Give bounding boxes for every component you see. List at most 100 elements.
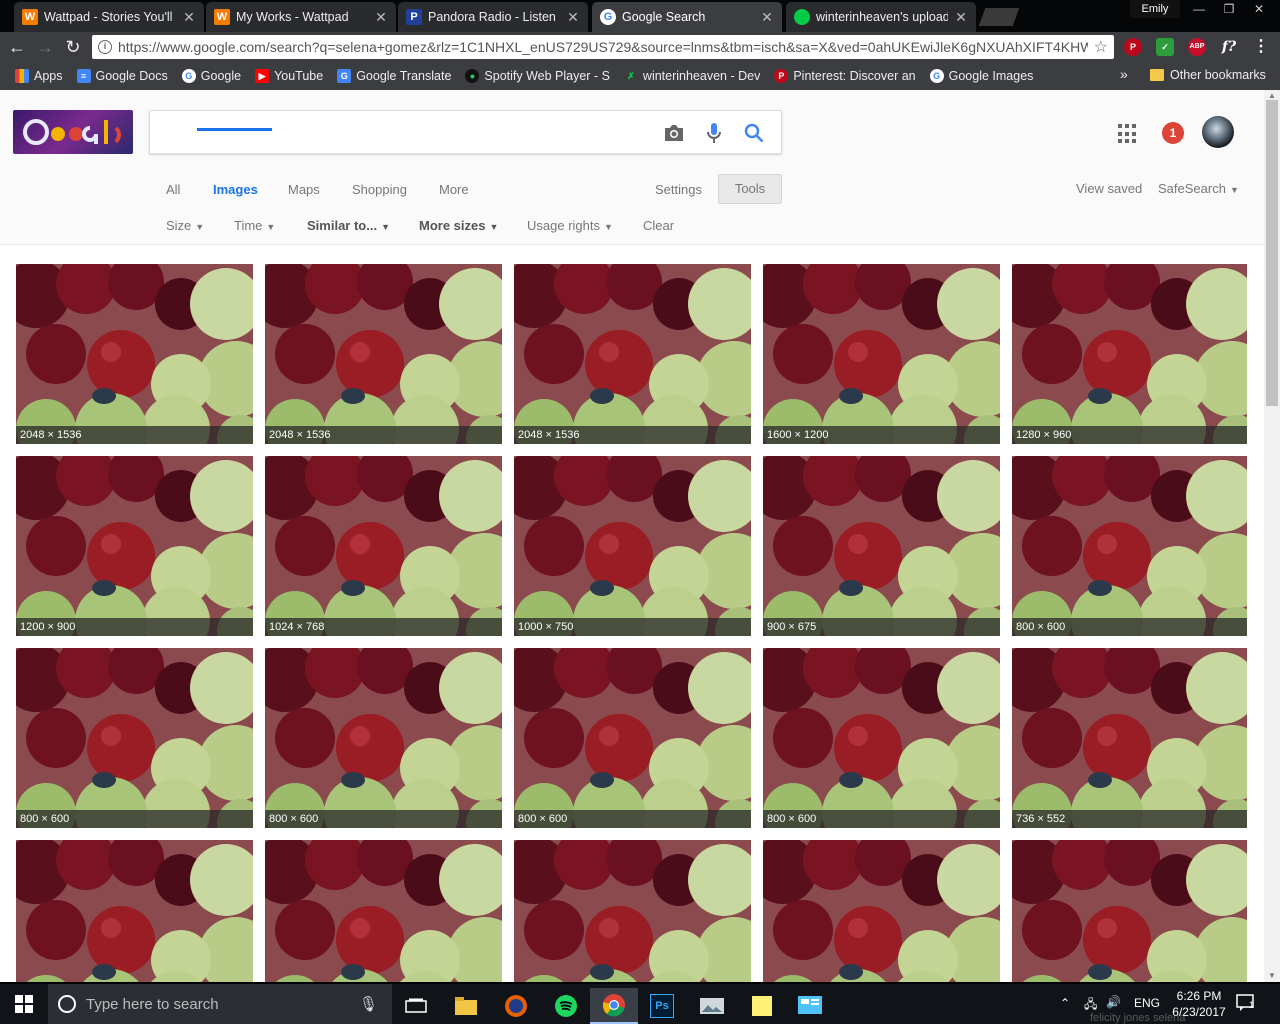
close-tab-icon[interactable]: ✕ bbox=[374, 9, 388, 26]
search-icon[interactable] bbox=[742, 121, 766, 145]
image-result[interactable]: 800 × 600 bbox=[1012, 456, 1247, 636]
spotify-icon[interactable] bbox=[542, 988, 590, 1024]
filter-time[interactable]: Time ▼ bbox=[234, 218, 275, 233]
sticky-notes-icon[interactable] bbox=[738, 988, 786, 1024]
google-doodle-logo[interactable] bbox=[13, 110, 133, 154]
bookmark-item[interactable]: ✗ winterinheaven - Dev bbox=[617, 64, 767, 88]
image-result[interactable] bbox=[514, 840, 751, 982]
pinterest-icon[interactable]: P bbox=[1124, 38, 1142, 56]
bookmark-item[interactable]: G Google Images bbox=[923, 64, 1041, 88]
file-explorer-icon[interactable] bbox=[442, 988, 490, 1024]
browser-tab[interactable]: W My Works - Wattpad ✕ bbox=[206, 2, 396, 32]
tab-images[interactable]: Images bbox=[213, 182, 258, 197]
adblock-icon[interactable]: ABP bbox=[1188, 38, 1206, 56]
avatar[interactable] bbox=[1202, 116, 1234, 148]
bookmark-item[interactable]: ● Spotify Web Player - S bbox=[458, 64, 617, 88]
microphone-icon[interactable] bbox=[702, 121, 726, 145]
google-apps-icon[interactable] bbox=[1118, 124, 1138, 144]
notifications-badge[interactable]: 1 bbox=[1162, 122, 1184, 144]
address-url[interactable]: https://www.google.com/search?q=selena+g… bbox=[118, 39, 1088, 55]
volume-icon[interactable]: 🔊 bbox=[1106, 995, 1121, 1009]
bookmark-item[interactable]: ▶ YouTube bbox=[248, 64, 330, 88]
image-result[interactable] bbox=[16, 840, 253, 982]
safesearch-dropdown[interactable]: SafeSearch ▼ bbox=[1158, 181, 1239, 196]
control-panel-icon[interactable] bbox=[786, 988, 834, 1024]
image-result[interactable]: 736 × 552 bbox=[1012, 648, 1247, 828]
search-input[interactable] bbox=[162, 119, 652, 145]
close-tab-icon[interactable]: ✕ bbox=[566, 9, 580, 26]
bookmarks-overflow-button[interactable]: » bbox=[1120, 66, 1128, 82]
browser-tab[interactable]: W Wattpad - Stories You'll L ✕ bbox=[14, 2, 204, 32]
browser-tab[interactable]: P Pandora Radio - Listen ✕ bbox=[398, 2, 588, 32]
forward-arrow-icon[interactable]: → bbox=[34, 36, 56, 58]
filter-size[interactable]: Size ▼ bbox=[166, 218, 204, 233]
profile-button[interactable]: Emily bbox=[1130, 0, 1180, 18]
close-tab-icon[interactable]: ✕ bbox=[954, 9, 968, 26]
search-box[interactable] bbox=[149, 110, 782, 154]
new-tab-button[interactable] bbox=[978, 8, 1020, 26]
image-result[interactable]: 1600 × 1200 bbox=[763, 264, 1000, 444]
image-result[interactable]: 800 × 600 bbox=[514, 648, 751, 828]
image-result[interactable]: 1000 × 750 bbox=[514, 456, 751, 636]
filter-similar-to[interactable]: Similar to... ▼ bbox=[307, 218, 390, 233]
tools-button[interactable]: Tools bbox=[718, 174, 782, 204]
bookmark-item[interactable]: G Google Translate bbox=[330, 64, 458, 88]
photoshop-icon[interactable]: Ps bbox=[638, 988, 686, 1024]
chevron-up-icon[interactable]: ⌃ bbox=[1060, 996, 1070, 1010]
browser-tab[interactable]: G Google Search ✕ bbox=[592, 2, 782, 32]
windows-start-icon[interactable] bbox=[0, 984, 48, 1024]
bookmark-item[interactable]: Apps bbox=[8, 64, 70, 88]
microphone-icon[interactable]: 🎙 bbox=[359, 995, 378, 1013]
image-result[interactable]: 2048 × 1536 bbox=[265, 264, 502, 444]
address-bar[interactable]: i https://www.google.com/search?q=selena… bbox=[92, 35, 1114, 59]
camera-icon[interactable] bbox=[662, 121, 686, 145]
image-result[interactable]: 2048 × 1536 bbox=[514, 264, 751, 444]
taskbar-search-box[interactable]: Type here to search 🎙 bbox=[48, 984, 392, 1024]
image-result[interactable] bbox=[1012, 840, 1247, 982]
settings-link[interactable]: Settings bbox=[655, 182, 702, 197]
filter-more-sizes[interactable]: More sizes ▼ bbox=[419, 218, 498, 233]
task-view-icon[interactable] bbox=[392, 988, 440, 1024]
scrollbar-thumb[interactable] bbox=[1266, 100, 1278, 406]
filter-clear[interactable]: Clear bbox=[643, 218, 674, 233]
action-center-icon[interactable]: 1 bbox=[1236, 994, 1256, 1014]
image-result[interactable]: 800 × 600 bbox=[16, 648, 253, 828]
tab-more[interactable]: More bbox=[439, 182, 469, 197]
close-tab-icon[interactable]: ✕ bbox=[760, 9, 774, 26]
back-arrow-icon[interactable]: ← bbox=[6, 36, 28, 58]
image-result[interactable]: 2048 × 1536 bbox=[16, 264, 253, 444]
tab-all[interactable]: All bbox=[166, 182, 180, 197]
bookmark-item[interactable]: G Google bbox=[175, 64, 248, 88]
chrome-icon[interactable] bbox=[590, 988, 638, 1024]
firefox-icon[interactable] bbox=[492, 988, 540, 1024]
bookmark-item[interactable]: ≡ Google Docs bbox=[70, 64, 175, 88]
bookmark-star-icon[interactable]: ☆ bbox=[1094, 37, 1114, 57]
image-result[interactable]: 1024 × 768 bbox=[265, 456, 502, 636]
view-saved-link[interactable]: View saved bbox=[1076, 181, 1142, 196]
image-result[interactable] bbox=[763, 840, 1000, 982]
reload-icon[interactable]: ↻ bbox=[62, 36, 84, 58]
other-bookmarks-folder[interactable]: Other bookmarks bbox=[1150, 62, 1266, 88]
site-info-icon[interactable]: i bbox=[98, 40, 112, 54]
image-result[interactable]: 900 × 675 bbox=[763, 456, 1000, 636]
page-scrollbar[interactable]: ▲ ▼ bbox=[1264, 90, 1280, 982]
image-result[interactable]: 1280 × 960 bbox=[1012, 264, 1247, 444]
close-tab-icon[interactable]: ✕ bbox=[182, 9, 196, 26]
image-result[interactable]: 1200 × 900 bbox=[16, 456, 253, 636]
extension-icon[interactable]: ✓ bbox=[1156, 38, 1174, 56]
filter-usage-rights[interactable]: Usage rights ▼ bbox=[527, 218, 613, 233]
scroll-down-icon[interactable]: ▼ bbox=[1264, 970, 1280, 982]
browser-tab[interactable]: winterinheaven's upload ✕ bbox=[786, 2, 976, 32]
tab-maps[interactable]: Maps bbox=[288, 182, 320, 197]
image-result[interactable]: 800 × 600 bbox=[265, 648, 502, 828]
close-window-icon[interactable]: ✕ bbox=[1244, 0, 1274, 18]
image-result[interactable]: 800 × 600 bbox=[763, 648, 1000, 828]
tab-shopping[interactable]: Shopping bbox=[352, 182, 407, 197]
minimize-icon[interactable]: — bbox=[1184, 0, 1214, 18]
restore-icon[interactable]: ❐ bbox=[1214, 0, 1244, 18]
language-indicator[interactable]: ENG bbox=[1134, 996, 1160, 1010]
font-icon[interactable]: f? bbox=[1220, 38, 1238, 56]
bookmark-item[interactable]: P Pinterest: Discover an bbox=[767, 64, 922, 88]
menu-kebab-icon[interactable]: ⋮ bbox=[1252, 38, 1270, 56]
image-result[interactable] bbox=[265, 840, 502, 982]
